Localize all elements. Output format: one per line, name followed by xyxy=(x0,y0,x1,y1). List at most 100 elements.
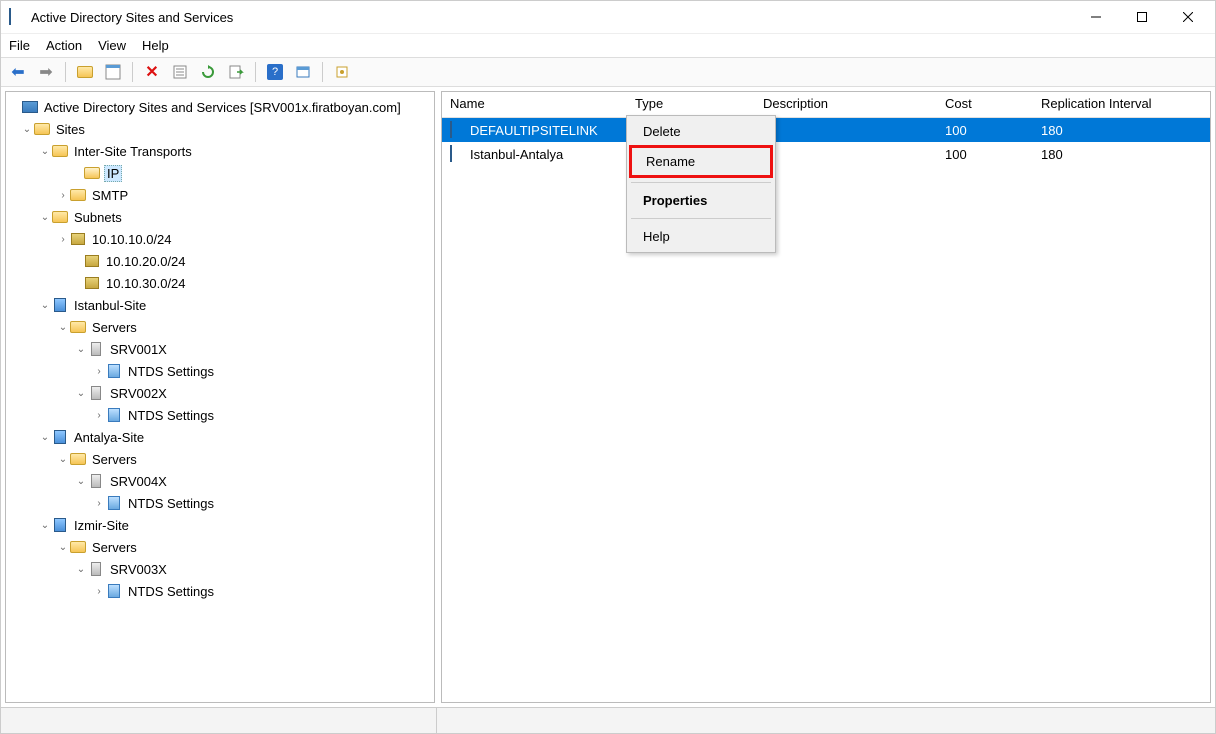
menu-help[interactable]: Help xyxy=(142,38,169,53)
folder-icon xyxy=(34,121,50,137)
toolbar: ⬅ ➡ ✕ ? xyxy=(1,57,1215,87)
tree-subnet[interactable]: 10.10.20.0/24 xyxy=(8,250,432,272)
col-replication-interval[interactable]: Replication Interval xyxy=(1033,92,1193,117)
ctx-help[interactable]: Help xyxy=(629,223,773,250)
tree-site-antalya[interactable]: ⌄Antalya-Site xyxy=(8,426,432,448)
expander-icon[interactable]: ⌄ xyxy=(74,564,88,575)
expander-icon[interactable]: ⌄ xyxy=(56,542,70,553)
tree-label: 10.10.10.0/24 xyxy=(90,232,174,247)
separator xyxy=(322,62,323,82)
tree-subnets[interactable]: ⌄Subnets xyxy=(8,206,432,228)
menu-file[interactable]: File xyxy=(9,38,30,53)
refresh-button[interactable] xyxy=(195,60,221,84)
expander-icon[interactable]: ⌄ xyxy=(74,476,88,487)
tree-site-istanbul[interactable]: ⌄Istanbul-Site xyxy=(8,294,432,316)
tree-intersite-transports[interactable]: ⌄Inter-Site Transports xyxy=(8,140,432,162)
up-button[interactable] xyxy=(72,60,98,84)
separator xyxy=(65,62,66,82)
tree-server[interactable]: ⌄ SRV002X xyxy=(8,382,432,404)
tree-smtp[interactable]: ›SMTP xyxy=(8,184,432,206)
sitelink-icon xyxy=(450,122,466,138)
context-menu: Delete Rename Properties Help xyxy=(626,115,776,253)
cell-replication: 180 xyxy=(1033,145,1193,164)
col-type[interactable]: Type xyxy=(627,92,755,117)
col-name[interactable]: Name xyxy=(442,92,627,117)
sites-icon xyxy=(22,99,38,115)
list-row[interactable]: Istanbul-Antalya 100 180 xyxy=(442,142,1210,166)
cell-cost: 100 xyxy=(937,121,1033,140)
tree-servers[interactable]: ⌄Servers xyxy=(8,316,432,338)
tree-pane: Active Directory Sites and Services [SRV… xyxy=(5,91,435,703)
expander-icon[interactable]: › xyxy=(92,498,106,509)
tree-site-izmir[interactable]: ⌄Izmir-Site xyxy=(8,514,432,536)
separator xyxy=(255,62,256,82)
expander-icon[interactable]: ⌄ xyxy=(38,300,52,311)
close-button[interactable] xyxy=(1165,1,1211,33)
expander-icon[interactable]: › xyxy=(92,410,106,421)
site-icon xyxy=(52,429,68,445)
expander-icon[interactable]: ⌄ xyxy=(38,212,52,223)
expander-icon[interactable]: ⌄ xyxy=(74,388,88,399)
back-button[interactable]: ⬅ xyxy=(5,60,31,84)
tree-server[interactable]: ⌄SRV003X xyxy=(8,558,432,580)
maximize-button[interactable] xyxy=(1119,1,1165,33)
expander-icon[interactable]: › xyxy=(92,586,106,597)
expander-icon[interactable]: ⌄ xyxy=(38,520,52,531)
col-description[interactable]: Description xyxy=(755,92,937,117)
ctx-rename[interactable]: Rename xyxy=(629,145,773,178)
expander-icon[interactable]: ⌄ xyxy=(38,432,52,443)
menu-view[interactable]: View xyxy=(98,38,126,53)
statusbar xyxy=(1,707,1215,733)
expander-icon[interactable]: ⌄ xyxy=(74,344,88,355)
tree-label: SRV001X xyxy=(108,342,169,357)
list-row[interactable]: DEFAULTIPSITELINK Site Link 100 180 xyxy=(442,118,1210,142)
ctx-properties[interactable]: Properties xyxy=(629,187,773,214)
folder-icon xyxy=(52,143,68,159)
subnet-icon xyxy=(84,275,100,291)
tree-servers[interactable]: ⌄Servers xyxy=(8,536,432,558)
minimize-button[interactable] xyxy=(1073,1,1119,33)
toolbar-button[interactable] xyxy=(329,60,355,84)
expander-icon[interactable]: ⌄ xyxy=(56,322,70,333)
delete-button[interactable]: ✕ xyxy=(139,60,165,84)
tree-subnet[interactable]: › 10.10.10.0/24 xyxy=(8,228,432,250)
server-icon xyxy=(88,473,104,489)
tree-root[interactable]: Active Directory Sites and Services [SRV… xyxy=(8,96,432,118)
expander-icon[interactable]: › xyxy=(56,234,70,245)
subnet-icon xyxy=(70,231,86,247)
expander-icon[interactable]: › xyxy=(92,366,106,377)
menu-action[interactable]: Action xyxy=(46,38,82,53)
tree-server[interactable]: ⌄ SRV001X xyxy=(8,338,432,360)
expander-icon[interactable]: ⌄ xyxy=(20,124,34,135)
help-button[interactable]: ? xyxy=(262,60,288,84)
tree-server[interactable]: ⌄SRV004X xyxy=(8,470,432,492)
export-button[interactable] xyxy=(223,60,249,84)
tree-label: SRV002X xyxy=(108,386,169,401)
tree-ntds[interactable]: ›NTDS Settings xyxy=(8,492,432,514)
ctx-delete[interactable]: Delete xyxy=(629,118,773,145)
tree-subnet[interactable]: 10.10.30.0/24 xyxy=(8,272,432,294)
show-hide-tree-button[interactable] xyxy=(100,60,126,84)
menubar: File Action View Help xyxy=(1,33,1215,57)
col-cost[interactable]: Cost xyxy=(937,92,1033,117)
properties-button[interactable] xyxy=(167,60,193,84)
forward-button[interactable]: ➡ xyxy=(33,60,59,84)
cell-name: Istanbul-Antalya xyxy=(470,147,563,162)
tree-label: 10.10.30.0/24 xyxy=(104,276,188,291)
folder-open-icon xyxy=(84,165,100,181)
separator xyxy=(631,182,771,183)
tree-ntds[interactable]: ›NTDS Settings xyxy=(8,360,432,382)
site-icon xyxy=(52,517,68,533)
expander-icon[interactable]: ⌄ xyxy=(56,454,70,465)
tree-ip[interactable]: IP xyxy=(8,162,432,184)
expander-icon[interactable]: › xyxy=(56,190,70,201)
tree-ntds[interactable]: ›NTDS Settings xyxy=(8,580,432,602)
expander-icon[interactable]: ⌄ xyxy=(38,146,52,157)
tree-ntds[interactable]: ›NTDS Settings xyxy=(8,404,432,426)
titlebar: Active Directory Sites and Services xyxy=(1,1,1215,33)
tree-sites[interactable]: ⌄Sites xyxy=(8,118,432,140)
toolbar-button[interactable] xyxy=(290,60,316,84)
tree-servers[interactable]: ⌄Servers xyxy=(8,448,432,470)
server-icon xyxy=(88,561,104,577)
cell-replication: 180 xyxy=(1033,121,1193,140)
